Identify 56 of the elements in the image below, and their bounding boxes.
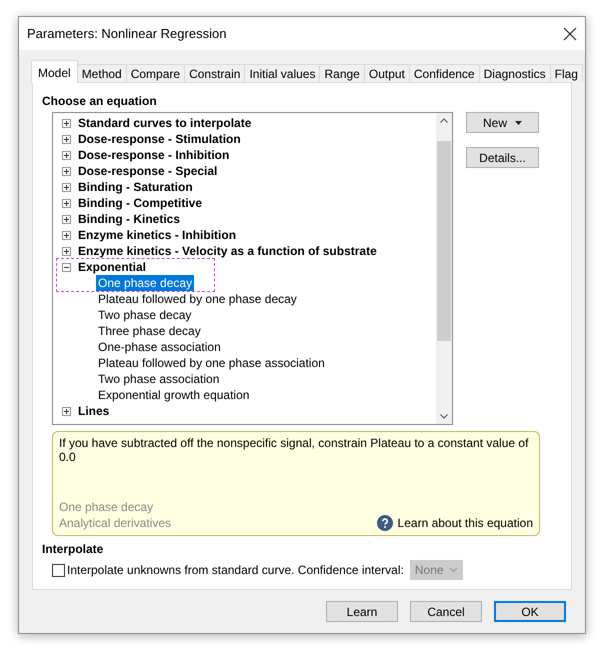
tree-group-label[interactable]: Dose-response - Stimulation <box>78 132 241 146</box>
checkbox-label[interactable]: Interpolate unknowns from standard curve. Confidence interval: <box>67 563 404 578</box>
tree-group-label[interactable]: Lines <box>78 404 110 418</box>
details-button[interactable]: Details... <box>466 147 539 168</box>
help-icon[interactable] <box>376 515 393 532</box>
tab[interactable]: Output <box>364 64 410 82</box>
tree-item[interactable]: One-phase association <box>96 339 223 356</box>
tab[interactable]: Flag <box>550 64 583 82</box>
tree-item[interactable]: Two phase decay <box>96 307 194 324</box>
tab[interactable]: Diagnostics <box>478 64 551 82</box>
tree-group-label[interactable]: Dose-response - Inhibition <box>78 148 230 162</box>
expand-icon[interactable] <box>62 118 71 128</box>
tree-item[interactable]: Exponential growth equation <box>96 387 252 404</box>
tab[interactable]: Range <box>319 64 365 82</box>
tab[interactable]: Model <box>31 60 78 84</box>
checkbox[interactable] <box>52 564 65 577</box>
tree-group-label[interactable]: Binding - Competitive <box>78 196 202 210</box>
tree-group-label[interactable]: Binding - Saturation <box>78 180 193 194</box>
tree-group-label[interactable]: Standard curves to interpolate <box>78 116 252 130</box>
dialog-button[interactable]: Cancel <box>410 601 482 622</box>
tree-group-label[interactable]: Enzyme kinetics - Velocity as a function of substrate <box>78 244 377 258</box>
tree-group-label[interactable]: Enzyme kinetics - Inhibition <box>78 228 236 242</box>
expand-icon[interactable] <box>62 198 71 208</box>
chevron-down-icon <box>448 567 458 574</box>
scroll-thumb[interactable] <box>437 141 451 342</box>
tree-item[interactable]: Two phase association <box>96 371 222 388</box>
tree-group-label[interactable]: Binding - Kinetics <box>78 212 180 226</box>
new-button[interactable]: New <box>466 112 539 134</box>
expand-icon[interactable] <box>62 150 71 160</box>
derivatives-note: Analytical derivatives <box>59 515 172 532</box>
info-text: If you have subtracted off the nonspecific signal, constrain Plateau to a constant value of 0.0 <box>59 436 530 466</box>
section-heading: Choose an equation <box>42 94 158 108</box>
help-link[interactable]: Learn about this equation <box>398 516 533 530</box>
close-icon[interactable] <box>563 26 577 41</box>
tree-group-label[interactable]: Exponential <box>78 260 146 274</box>
dialog-button[interactable]: OK <box>494 601 566 622</box>
equation-name: One phase decay <box>59 499 154 516</box>
section-heading: Interpolate <box>42 542 104 556</box>
scrollbar[interactable] <box>436 113 452 424</box>
window-title: Parameters: Nonlinear Regression <box>27 26 226 42</box>
caret-icon <box>515 120 522 125</box>
tree-item[interactable]: Three phase decay <box>96 323 203 340</box>
expand-icon[interactable] <box>62 214 71 224</box>
expand-icon[interactable] <box>62 166 71 176</box>
expand-icon[interactable] <box>62 230 71 240</box>
tab[interactable]: Compare <box>126 64 186 82</box>
expand-icon[interactable] <box>62 182 71 192</box>
expand-icon[interactable] <box>62 406 71 416</box>
collapse-icon[interactable] <box>62 262 71 272</box>
tree-item[interactable]: Plateau followed by one phase association <box>96 355 327 372</box>
expand-icon[interactable] <box>62 246 71 256</box>
tree-item[interactable]: Plateau followed by one phase decay <box>96 291 299 308</box>
expand-icon[interactable] <box>62 134 71 144</box>
tree-group-label[interactable]: Dose-response - Special <box>78 164 218 178</box>
dialog-button[interactable]: Learn <box>326 601 398 622</box>
tree-item[interactable]: One phase decay <box>96 275 194 292</box>
